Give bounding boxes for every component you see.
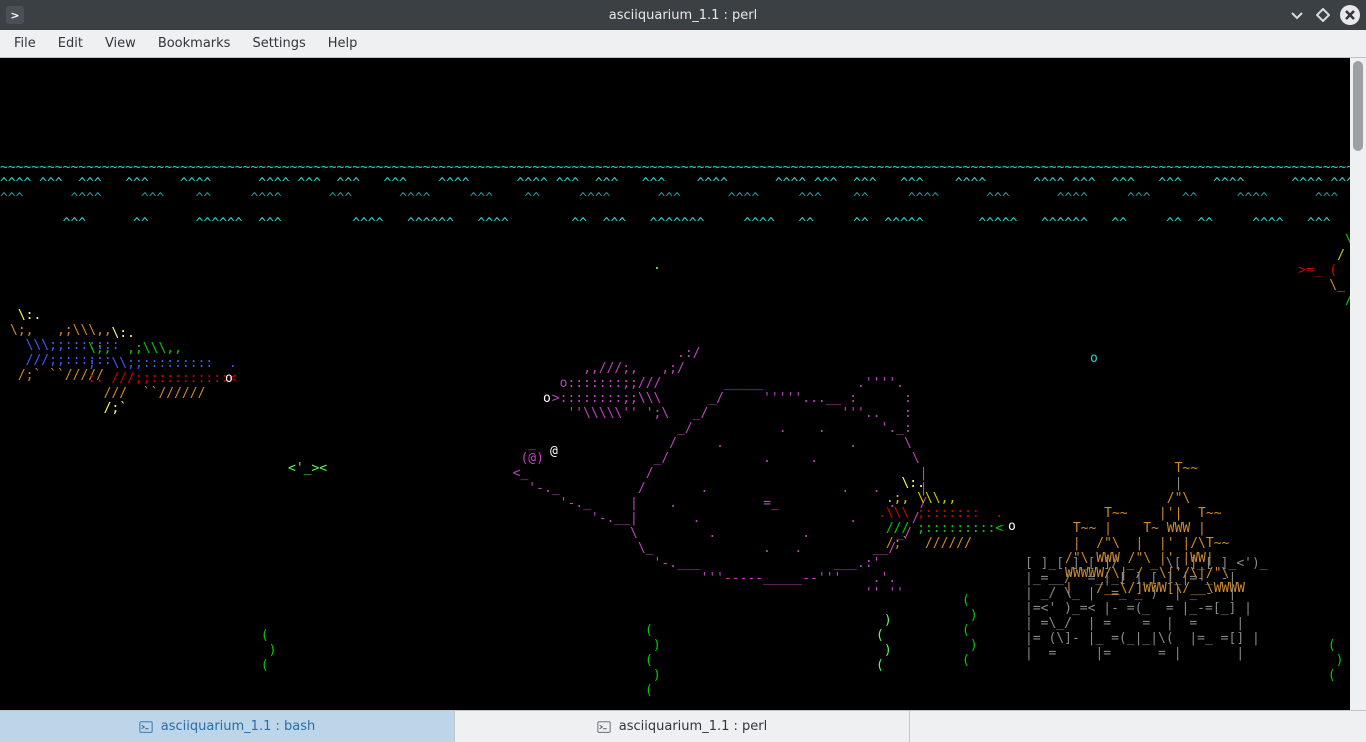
terminal-container: ~~~~~~~~~~~~~~~~~~~~~~~~~~~~~~~~~~~~~~~~…: [0, 58, 1366, 710]
seaweed: ( ) ( ) (: [962, 593, 978, 668]
tab-bash[interactable]: asciiquarium_1.1 : bash: [0, 711, 455, 742]
tab-perl[interactable]: asciiquarium_1.1 : perl: [455, 711, 910, 742]
menu-help[interactable]: Help: [318, 32, 368, 55]
window-title: asciiquarium_1.1 : perl: [0, 8, 1366, 23]
waves-row-2: ^^^ ^^^^ ^^^ ^^ ^^^^ ^^^ ^^^^ ^^^ ^^ ^^^…: [0, 191, 1350, 206]
fish-eye: o: [1008, 519, 1016, 534]
fish-partial-right: \ / \ >=_ ( '> \_ / /: [1298, 233, 1350, 308]
seaweed: ( ) (: [1320, 638, 1343, 683]
maximize-button[interactable]: [1314, 6, 1332, 24]
water-surface: ~~~~~~~~~~~~~~~~~~~~~~~~~~~~~~~~~~~~~~~~…: [0, 160, 1350, 175]
seaweed: ) ( ) (: [876, 613, 892, 673]
tab-bar: asciiquarium_1.1 : bash asciiquarium_1.1…: [0, 710, 1366, 742]
waves-row-1: ^^^^ ^^^ ^^^ ^^^ ^^^^ ^^^^ ^^^ ^^^ ^^^ ^…: [0, 176, 1350, 191]
fish-eye: o: [225, 371, 233, 386]
app-icon: >: [6, 6, 24, 24]
fish-left-2: \:. \;, ,;\\\,, ; \\;;::::::::: . :. ///…: [88, 326, 237, 416]
tab-label: asciiquarium_1.1 : bash: [161, 719, 315, 734]
tab-label: asciiquarium_1.1 : perl: [619, 719, 767, 734]
fish-right-small: \:. .;, \\\,, .\\\ ;::::::: . /// ;:::::…: [878, 476, 1003, 551]
menu-bookmarks[interactable]: Bookmarks: [148, 32, 241, 55]
seaweed: ( ) ( ) (: [645, 623, 661, 698]
close-button[interactable]: [1340, 5, 1360, 25]
menu-settings[interactable]: Settings: [242, 32, 315, 55]
menu-file[interactable]: File: [4, 32, 46, 55]
bubble: .: [653, 258, 661, 273]
whale: .:/ ,,///;, ,;/ o:::::::;;/// _____ .'''…: [497, 346, 927, 601]
menu-bar: File Edit View Bookmarks Settings Help: [0, 30, 1366, 58]
scrollbar-thumb[interactable]: [1353, 61, 1363, 151]
tabbar-filler: [910, 711, 1366, 742]
terminal-output[interactable]: ~~~~~~~~~~~~~~~~~~~~~~~~~~~~~~~~~~~~~~~~…: [0, 58, 1350, 710]
menu-view[interactable]: View: [95, 32, 146, 55]
bubble: o: [1090, 351, 1098, 366]
whale-eye: o: [543, 391, 551, 406]
terminal-icon: [139, 720, 153, 734]
castle-body: [ ]_[ ]_[ ]/ _ _ \[ ]_[ ]_<')_ |_=__/ =_…: [1025, 556, 1268, 661]
window-titlebar: > asciiquarium_1.1 : perl: [0, 0, 1366, 30]
menu-edit[interactable]: Edit: [48, 32, 93, 55]
minimize-button[interactable]: [1288, 6, 1306, 24]
vertical-scrollbar[interactable]: [1350, 58, 1366, 710]
window-controls: [1288, 5, 1360, 25]
terminal-icon: [597, 720, 611, 734]
whale-eye-2: @: [550, 444, 558, 459]
seaweed: ( ) (: [253, 628, 276, 673]
small-fish: <'_><: [288, 461, 327, 476]
waves-row-3: ^^^ ^^ ^^^^^^ ^^^ ^^^^ ^^^^^^ ^^^^ ^^ ^^…: [0, 216, 1346, 231]
